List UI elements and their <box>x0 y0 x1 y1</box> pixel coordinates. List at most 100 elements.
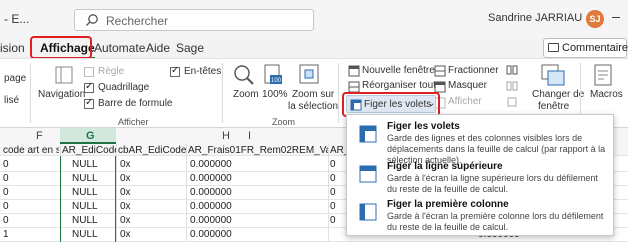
cell[interactable]: 0x <box>120 173 131 184</box>
en-tetes-checkbox[interactable] <box>170 65 180 77</box>
reset-position-icon <box>506 96 518 111</box>
cell[interactable]: 0 <box>3 187 9 198</box>
separator <box>222 63 223 123</box>
cell[interactable]: 0 <box>330 201 336 212</box>
selected-column-header[interactable]: G <box>60 128 116 144</box>
separator <box>30 63 31 123</box>
affichage-highlight <box>30 36 92 59</box>
zoom-selection-icon <box>298 63 320 90</box>
zoom-icon <box>232 63 256 90</box>
menu-item-figer-ligne[interactable]: Figer la ligne supérieure Garde à l'écra… <box>347 161 613 197</box>
cell[interactable]: 0.000000 <box>190 173 232 184</box>
cell-header[interactable]: AR_Frais01FR_Rem02REM_Valeur <box>188 145 328 156</box>
search-placeholder: Rechercher <box>106 14 169 28</box>
cell[interactable]: 0 <box>3 159 9 170</box>
avatar[interactable]: SJ <box>586 10 604 28</box>
macros-icon <box>592 63 616 90</box>
nouvelle-fenetre-icon <box>348 65 360 80</box>
cell[interactable]: 0.000000 <box>190 187 232 198</box>
minimize-icon[interactable] <box>612 17 620 18</box>
tab-aide[interactable]: Aide <box>146 41 170 55</box>
column-letter-g: G <box>86 130 95 142</box>
freeze-top-row-icon <box>359 165 377 186</box>
regle-checkbox[interactable] <box>84 67 94 77</box>
quadrillage-label: Quadrillage <box>98 82 150 93</box>
macros-button[interactable]: Macros <box>590 89 623 100</box>
ribbon-tabs: ision Affichage Automate Aide Sage <box>0 38 628 59</box>
freeze-first-column-icon <box>359 203 377 224</box>
cell[interactable]: 0x <box>120 229 131 240</box>
en-tetes-label: En-têtes <box>184 66 222 77</box>
quadrillage-checkbox[interactable] <box>84 81 94 93</box>
nouvelle-fenetre-button[interactable]: Nouvelle fenêtre <box>362 65 435 76</box>
cell[interactable]: 0 <box>330 173 336 184</box>
page-layout-label[interactable]: page <box>4 73 26 84</box>
menu-item-figer-colonne[interactable]: Figer la première colonne Garde à l'écra… <box>347 199 613 235</box>
cell-header[interactable]: AR_EdiCode <box>62 145 116 156</box>
search-box[interactable]: Rechercher <box>74 9 314 31</box>
zoom-group-label: Zoom <box>272 117 296 127</box>
cell-header[interactable]: cbAR_EdiCode <box>118 145 186 156</box>
fractionner-button[interactable]: Fractionner <box>448 65 499 76</box>
tab-sage[interactable]: Sage <box>176 41 204 55</box>
cell[interactable]: 0.000000 <box>190 159 232 170</box>
zoom-100-button[interactable]: 100% <box>262 89 288 100</box>
zoom-button[interactable]: Zoom <box>233 89 259 100</box>
comment-icon <box>548 43 559 52</box>
fractionner-icon <box>434 65 446 80</box>
changer-fenetre-line2[interactable]: fenêtre <box>538 101 569 112</box>
barre-formule-checkbox[interactable] <box>84 97 94 109</box>
personalized-label[interactable]: lisé <box>4 95 19 106</box>
grid-line <box>186 144 187 242</box>
user-name[interactable]: Sandrine JARRIAU <box>488 12 582 24</box>
tab-revision[interactable]: ision <box>0 41 25 55</box>
column-letter-i[interactable]: I <box>248 130 251 142</box>
cell[interactable]: 0.000000 <box>190 201 232 212</box>
afficher-button[interactable]: Afficher <box>448 96 482 107</box>
title-bar: - E... Rechercher Sandrine JARRIAU SJ <box>0 0 628 38</box>
side-by-side-icon <box>506 64 518 79</box>
cell[interactable]: 0 <box>330 159 336 170</box>
cell[interactable]: 0 <box>330 215 336 226</box>
cell[interactable]: 0 <box>330 187 336 198</box>
separator <box>338 63 339 123</box>
sync-scroll-icon <box>506 80 518 95</box>
navigation-button[interactable]: Navigation <box>38 89 85 100</box>
cell[interactable]: 0x <box>120 159 131 170</box>
cell[interactable]: 1 <box>3 229 9 240</box>
column-letter-f[interactable]: F <box>36 130 43 142</box>
selected-column <box>60 156 116 242</box>
zoom-selection-line1[interactable]: Zoom sur <box>292 89 334 100</box>
navigation-icon <box>54 65 74 88</box>
tab-automate[interactable]: Automate <box>94 41 145 55</box>
column-letter-h[interactable]: H <box>222 130 230 142</box>
svg-text:100: 100 <box>271 78 282 84</box>
document-title: - E... <box>4 12 30 26</box>
cell[interactable]: 0 <box>3 215 9 226</box>
zoom-selection-line2[interactable]: la sélection <box>288 101 338 112</box>
reorganiser-button[interactable]: Réorganiser tout <box>362 80 436 91</box>
zoom-100-icon: 100 <box>262 63 284 90</box>
barre-formule-label: Barre de formule <box>98 98 173 109</box>
cell[interactable]: 0.000000 <box>190 229 232 240</box>
menu-item-desc: Garde à l'écran la première colonne lors… <box>387 211 604 232</box>
cell[interactable]: 0 <box>3 173 9 184</box>
menu-item-title: Figer la ligne supérieure <box>387 161 503 172</box>
menu-item-figer-volets[interactable]: Figer les volets Garde des lignes et des… <box>347 121 613 165</box>
afficher-group-label: Afficher <box>118 117 149 127</box>
cell-header[interactable]: code art en s <box>3 145 59 156</box>
cell[interactable]: 0x <box>120 187 131 198</box>
search-icon <box>85 13 99 30</box>
changer-fenetre-line1[interactable]: Changer de <box>532 89 584 100</box>
regle-label: Règle <box>98 66 125 77</box>
masquer-button[interactable]: Masquer <box>448 80 487 91</box>
cell[interactable]: 0x <box>120 215 131 226</box>
commentaires-label: Commentaires <box>562 42 628 54</box>
grid-line <box>116 144 117 242</box>
cell[interactable]: 0.000000 <box>190 215 232 226</box>
cell[interactable]: 0x <box>120 201 131 212</box>
cell[interactable]: 0 <box>3 201 9 212</box>
grid-line <box>328 144 329 242</box>
figer-volets-menu: Figer les volets Garde des lignes et des… <box>346 114 614 236</box>
commentaires-button[interactable]: Commentaires <box>543 38 628 58</box>
